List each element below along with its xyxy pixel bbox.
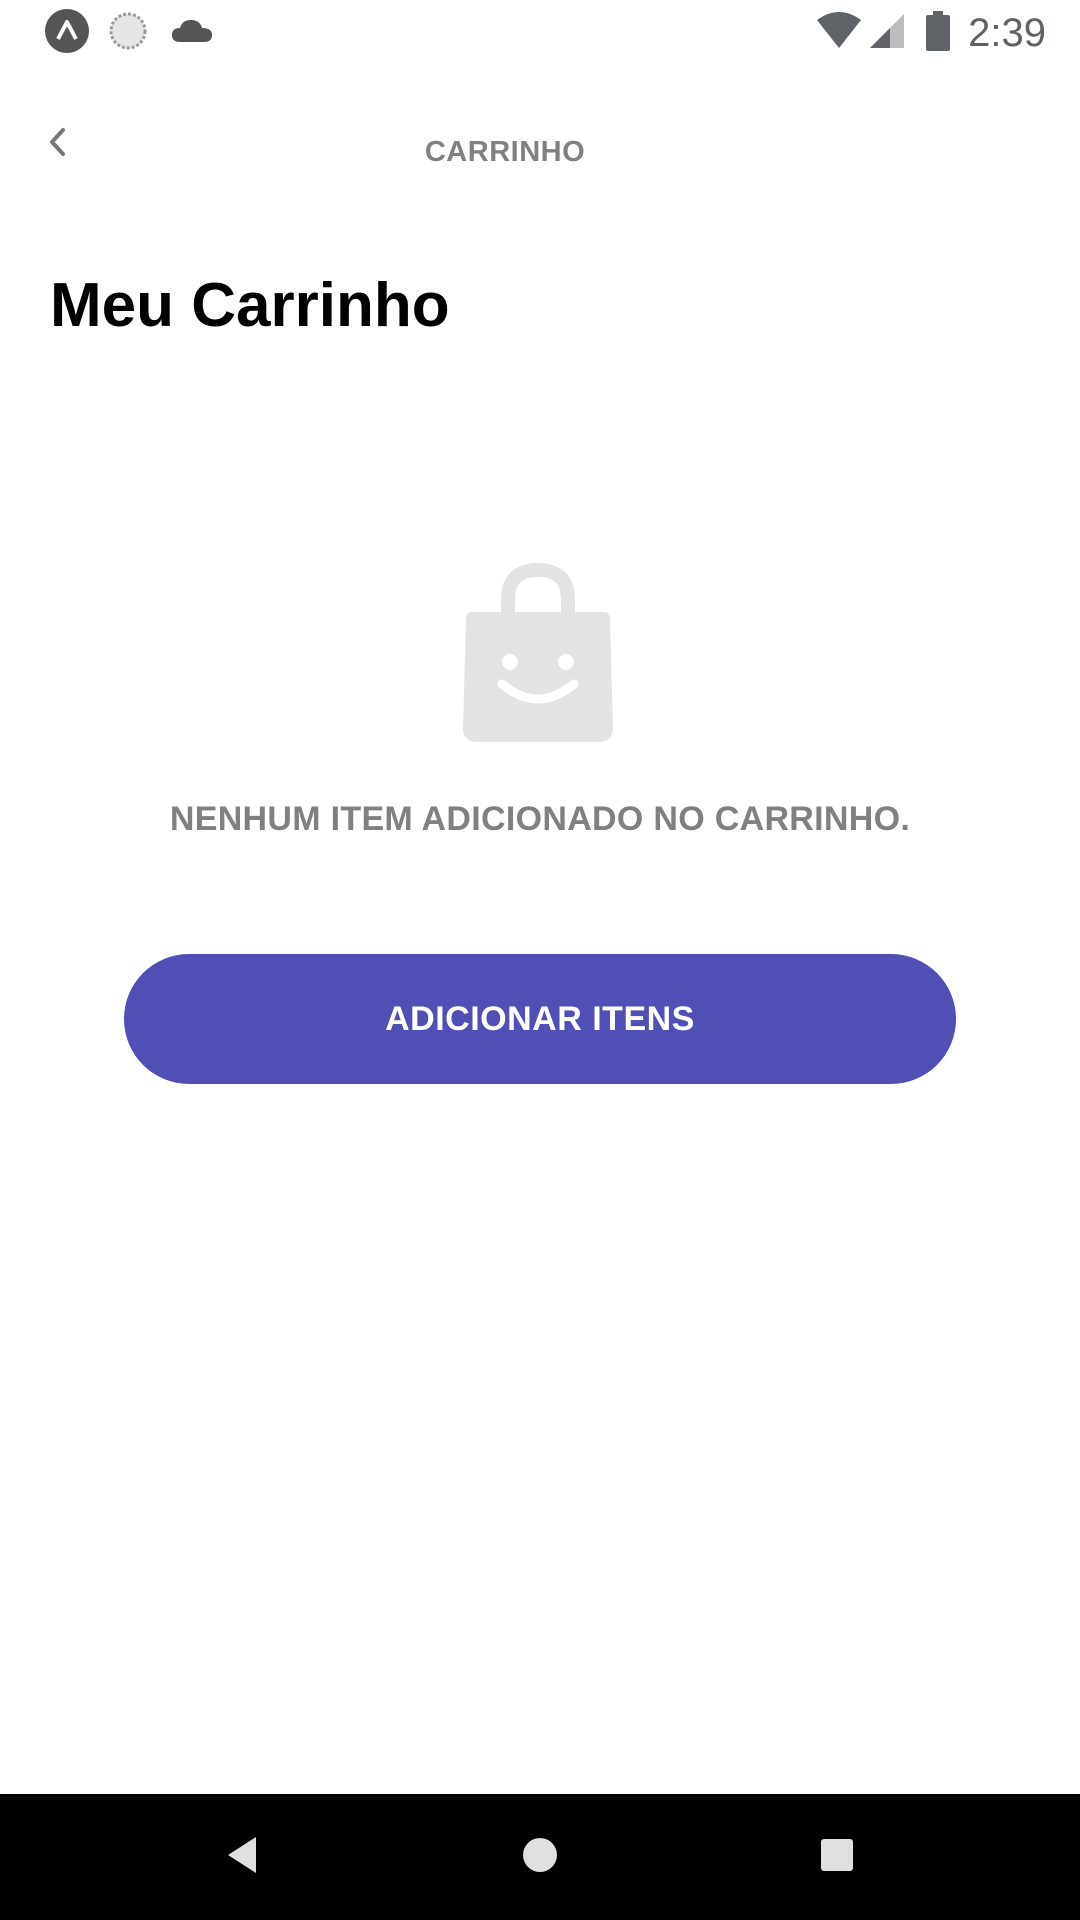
app-bar-title: CARRINHO xyxy=(424,136,586,168)
status-bar: 2:39 xyxy=(0,0,1080,66)
cell-signal-icon xyxy=(868,12,906,55)
status-time: 2:39 xyxy=(968,11,1046,55)
recents-square-icon xyxy=(820,1838,854,1877)
status-bar-right: 2:39 xyxy=(816,8,1046,58)
wifi-icon xyxy=(816,11,862,55)
expo-icon xyxy=(44,8,90,59)
back-triangle-icon xyxy=(224,1835,260,1880)
nav-recents-button[interactable] xyxy=(807,1827,867,1887)
battery-icon xyxy=(926,10,951,56)
shopping-bag-smile-icon xyxy=(458,562,618,748)
navigation-bar xyxy=(0,1794,1080,1920)
add-items-button[interactable]: ADICIONAR ITENS xyxy=(124,954,956,1084)
empty-cart-message: NENHUM ITEM ADICIONADO NO CARRINHO. xyxy=(169,800,911,838)
status-bar-left xyxy=(44,8,214,58)
sync-icon xyxy=(108,11,148,56)
cloud-icon xyxy=(170,16,214,51)
nav-home-button[interactable] xyxy=(510,1827,570,1887)
cart-screen: 2:39 CARRINHO Meu Carrinho NENHUM ITEM A… xyxy=(0,0,1080,1920)
app-bar: CARRINHO xyxy=(0,96,1080,206)
page-title: Meu Carrinho xyxy=(50,271,450,340)
home-circle-icon xyxy=(521,1836,559,1879)
nav-back-button[interactable] xyxy=(212,1827,272,1887)
